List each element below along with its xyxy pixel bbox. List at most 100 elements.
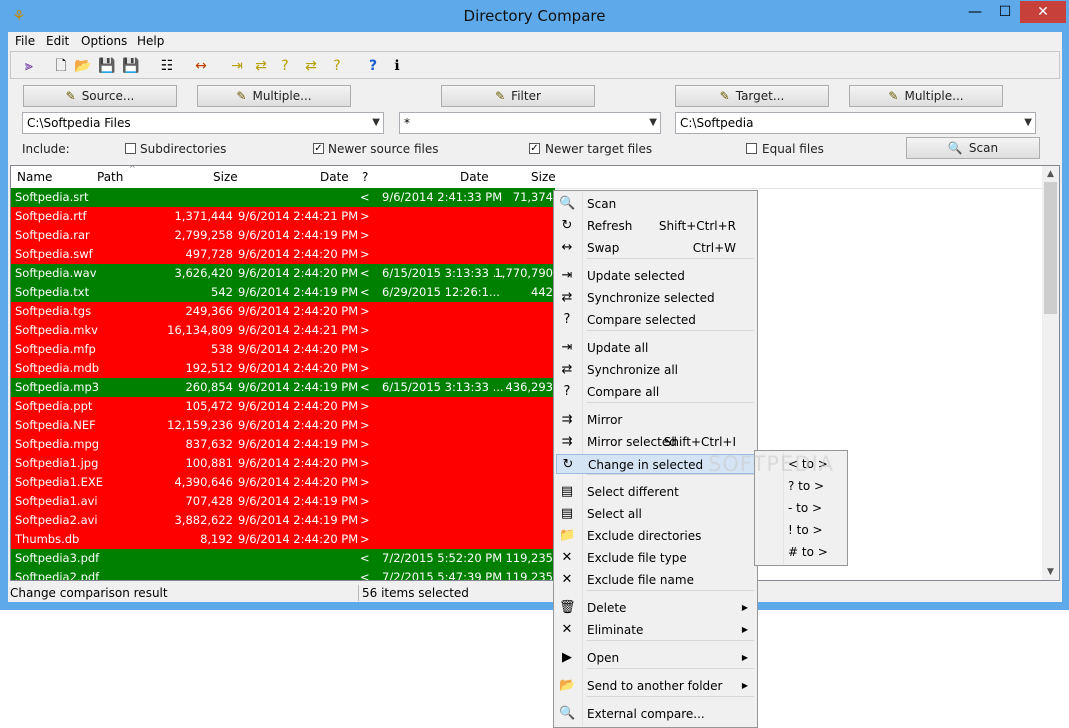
menu-item-update-all[interactable]: ⇥ Update all [556,338,756,358]
table-row[interactable]: Softpedia.txt 542 9/6/2014 2:44:19 PM <6/29… [11,283,555,302]
save-as-icon[interactable]: 💾 [121,56,141,76]
equal-files-checkbox[interactable] [746,143,757,154]
sync-selected-icon[interactable]: ⇄ [251,56,271,76]
submenu-item-hash-to-gt[interactable]: # to > [788,545,828,559]
menu-item-exclude-file-type[interactable]: ✕ Exclude file type [556,548,756,568]
col-path[interactable]: Path [97,170,123,184]
about-icon[interactable]: ℹ [387,56,407,76]
table-row[interactable]: Softpedia.rtf 1,371,444 9/6/2014 2:44:21 P… [11,207,555,226]
menu-item-compare-all[interactable]: ? Compare all [556,382,756,402]
menu-item-exclude-directories[interactable]: 📁 Exclude directories [556,526,756,546]
menu-help[interactable]: Help [137,34,164,48]
minimize-button[interactable]: — [962,1,988,23]
col-size[interactable]: Size [213,170,238,184]
table-row[interactable]: Thumbs.db 8,192 9/6/2014 2:44:20 PM > [11,530,555,549]
submenu-item-dash-to-gt[interactable]: - to > [788,501,822,515]
table-row[interactable]: Softpedia.mpg 837,632 9/6/2014 2:44:19 PM > [11,435,555,454]
swap-icon[interactable]: ↔ [191,56,211,76]
col-target-size[interactable]: Size [531,170,556,184]
cell-size: 105,472 [185,399,233,413]
chevron-down-icon[interactable]: ▼ [649,113,657,133]
table-row[interactable]: Softpedia.wav 3,626,420 9/6/2014 2:44:20 P… [11,264,555,283]
scroll-thumb[interactable] [1044,182,1057,314]
menu-item-swap[interactable]: ↔ Swap Ctrl+W [556,238,756,258]
col-name[interactable]: Name [17,170,52,184]
menu-edit[interactable]: Edit [46,34,69,48]
save-icon[interactable]: 💾 [97,56,117,76]
menu-item-update-selected[interactable]: ⇥ Update selected [556,266,756,286]
table-row[interactable]: Softpedia.swf 497,728 9/6/2014 2:44:20 PM > [11,245,555,264]
menu-item-synchronize-selected[interactable]: ⇄ Synchronize selected [556,288,756,308]
scroll-down-icon[interactable]: ▼ [1042,564,1059,580]
menu-item-eliminate[interactable]: ✕ Eliminate ▶ [556,620,756,640]
compare-tool-icon[interactable]: ⫸ [19,56,39,76]
menu-item-select-all[interactable]: ▤ Select all [556,504,756,524]
update-selected-icon[interactable]: ⇥ [227,56,247,76]
compare-all-icon[interactable]: ? [327,56,347,76]
properties-icon[interactable]: ☷ [157,56,177,76]
target-button[interactable]: ✎ Target... [675,85,829,107]
close-button[interactable]: ✕ [1020,1,1066,23]
table-row[interactable]: Softpedia.NEF 12,159,236 9/6/2014 2:44:20 … [11,416,555,435]
menu-item-select-different[interactable]: ▤ Select different [556,482,756,502]
submenu-item-q-to-gt[interactable]: ? to > [788,479,824,493]
menu-item-external-compare[interactable]: 🔍 External compare... [556,704,756,724]
target-path-combo[interactable]: C:\Softpedia ▼ [675,112,1036,134]
table-row[interactable]: Softpedia2.pdf <7/2/2015 5:47:39 PM 119,23… [11,568,555,580]
multiple-right-button[interactable]: ✎ Multiple... [849,85,1003,107]
help-icon[interactable]: ? [363,56,383,76]
scan-button[interactable]: 🔍 Scan [906,137,1040,159]
table-row[interactable]: Softpedia1.EXE 4,390,646 9/6/2014 2:44:20 … [11,473,555,492]
maximize-button[interactable]: ☐ [992,1,1018,23]
cell-name: Softpedia.mdb [15,361,100,375]
table-row[interactable]: Softpedia.mkv 16,134,809 9/6/2014 2:44:21 … [11,321,555,340]
multiple-left-button[interactable]: ✎ Multiple... [197,85,351,107]
source-path-combo[interactable]: C:\Softpedia Files ▼ [22,112,384,134]
table-row[interactable]: Softpedia1.avi 707,428 9/6/2014 2:44:19 PM… [11,492,555,511]
menu-item-delete[interactable]: 🗑 Delete ▶ [556,598,756,618]
filter-button[interactable]: ✎ Filter [441,85,595,107]
table-row[interactable]: Softpedia.rar 2,799,258 9/6/2014 2:44:19 P… [11,226,555,245]
scroll-up-icon[interactable]: ▲ [1042,166,1059,182]
vertical-scrollbar[interactable]: ▲ ▼ [1042,166,1059,580]
filter-button-label: Filter [511,89,541,103]
open-folder-icon[interactable]: 📂 [73,56,93,76]
chevron-down-icon[interactable]: ▼ [372,113,380,133]
newer-source-checkbox[interactable]: ✓ [313,143,324,154]
menu-item-scan[interactable]: 🔍 Scan [556,194,756,214]
menu-item-refresh[interactable]: ↻ Refresh Shift+Ctrl+R [556,216,756,236]
menu-item-synchronize-all[interactable]: ⇄ Synchronize all [556,360,756,380]
submenu-item-bang-to-gt[interactable]: ! to > [788,523,823,537]
new-file-icon[interactable]: 🗋 [51,56,71,76]
menu-item-exclude-file-name[interactable]: ✕ Exclude file name [556,570,756,590]
table-row[interactable]: Softpedia.mp3 260,854 9/6/2014 2:44:19 PM <… [11,378,555,397]
menu-item-send-to-another-folder[interactable]: 📂 Send to another folder ▶ [556,676,756,696]
col-target-date[interactable]: Date [460,170,489,184]
col-date[interactable]: Date [320,170,349,184]
chevron-down-icon[interactable]: ▼ [1024,113,1032,133]
menu-file[interactable]: File [15,34,35,48]
comparison-grid[interactable]: Name Path ^ Size Date ? Date Size Softpe… [10,165,1060,581]
filter-combo[interactable]: * ▼ [399,112,661,134]
table-row[interactable]: Softpedia.srt <9/6/2014 2:41:33 PM 71,374 [11,188,555,207]
menu-item-mirror[interactable]: ⇉ Mirror [556,410,756,430]
table-row[interactable]: Softpedia.ppt 105,472 9/6/2014 2:44:20 PM > [11,397,555,416]
title-bar[interactable]: ⚘ Directory Compare — ☐ ✕ [0,0,1069,32]
source-button[interactable]: ✎ Source... [23,85,177,107]
menu-options[interactable]: Options [81,34,127,48]
table-row[interactable]: Softpedia.mdb 192,512 9/6/2014 2:44:20 PM > [11,359,555,378]
compare-selected-icon[interactable]: ? [275,56,295,76]
menu-item-mirror-selected[interactable]: ⇉ Mirror selected Shift+Ctrl+I [556,432,756,452]
menu-item-open[interactable]: ▶ Open ▶ [556,648,756,668]
table-row[interactable]: Softpedia1.jpg 100,881 9/6/2014 2:44:20 PM… [11,454,555,473]
cell-name: Softpedia.ppt [15,399,93,413]
table-row[interactable]: Softpedia.tgs 249,366 9/6/2014 2:44:20 PM > [11,302,555,321]
sync-all-icon[interactable]: ⇄ [301,56,321,76]
menu-item-compare-selected[interactable]: ? Compare selected [556,310,756,330]
newer-target-checkbox[interactable]: ✓ [529,143,540,154]
table-row[interactable]: Softpedia2.avi 3,882,622 9/6/2014 2:44:19 … [11,511,555,530]
col-direction[interactable]: ? [362,170,368,184]
table-row[interactable]: Softpedia3.pdf <7/2/2015 5:52:20 PM 119,23… [11,549,555,568]
table-row[interactable]: Softpedia.mfp 538 9/6/2014 2:44:20 PM > [11,340,555,359]
subdirectories-checkbox[interactable] [125,143,136,154]
